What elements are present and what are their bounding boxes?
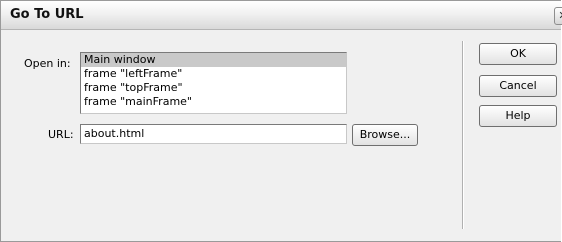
ok-button[interactable]: OK: [479, 43, 557, 65]
frame-listbox[interactable]: Main window frame "leftFrame" frame "top…: [80, 52, 347, 114]
url-label: URL:: [48, 128, 74, 141]
list-item-main-window[interactable]: Main window: [81, 53, 346, 67]
list-item-top-frame[interactable]: frame "topFrame": [81, 81, 346, 95]
open-in-label: Open in:: [24, 57, 71, 70]
list-item-left-frame[interactable]: frame "leftFrame": [81, 67, 346, 81]
list-item-main-frame[interactable]: frame "mainFrame": [81, 95, 346, 109]
help-button[interactable]: Help: [479, 105, 557, 127]
dialog-title: Go To URL: [10, 7, 84, 22]
close-icon[interactable]: ✕: [554, 7, 562, 25]
title-bar: Go To URL ✕: [1, 1, 562, 30]
cancel-button[interactable]: Cancel: [479, 75, 557, 97]
go-to-url-dialog: Go To URL ✕ Open in: Main window frame "…: [0, 0, 562, 242]
separator: [462, 41, 464, 229]
browse-button[interactable]: Browse...: [352, 124, 418, 146]
url-input[interactable]: about.html: [80, 124, 347, 144]
